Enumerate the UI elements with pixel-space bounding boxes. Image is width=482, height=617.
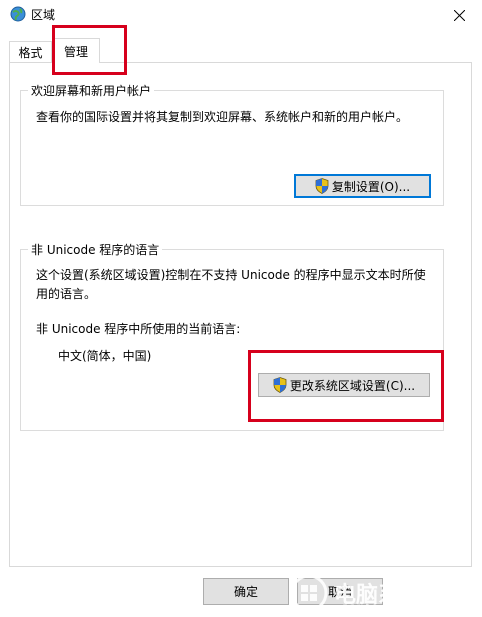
shield-icon — [315, 178, 329, 194]
tab-format-label: 格式 — [18, 45, 43, 60]
globe-icon — [10, 6, 26, 22]
current-language-value: 中文(简体，中国) — [58, 349, 152, 363]
tab-administrative-label: 管理 — [63, 44, 88, 59]
shield-icon — [273, 377, 287, 393]
welcome-group-description: 查看你的国际设置并将其复制到欢迎屏幕、系统帐户和新的用户帐户。 — [36, 110, 409, 124]
current-language-label: 非 Unicode 程序中所使用的当前语言: — [36, 322, 241, 336]
watermark-logo-icon — [290, 574, 328, 611]
ok-button-label: 确定 — [233, 585, 258, 599]
change-system-locale-label: 更改系统区域设置(C)... — [289, 378, 416, 393]
close-icon — [453, 9, 465, 21]
change-system-locale-button[interactable]: 更改系统区域设置(C)... — [258, 373, 430, 397]
ok-button[interactable]: 确定 — [203, 578, 289, 605]
window-title: 区域 — [31, 8, 56, 22]
copy-settings-label: 复制设置(O)... — [331, 179, 411, 194]
close-button[interactable] — [436, 0, 482, 30]
copy-settings-button[interactable]: 复制设置(O)... — [294, 174, 431, 198]
watermark: 电脑系统城 dnxtc.net — [290, 570, 480, 615]
watermark-subtext: dnxtc.net — [342, 602, 408, 611]
title-bar: 区域 — [0, 0, 482, 30]
welcome-group-title: 欢迎屏幕和新用户帐户 — [28, 82, 155, 99]
non-unicode-group-title: 非 Unicode 程序的语言 — [28, 241, 163, 258]
tab-administrative[interactable]: 管理 — [52, 38, 100, 63]
non-unicode-group-description: 这个设置(系统区域设置)控制在不支持 Unicode 的程序中显示文本时所使用的… — [36, 268, 426, 301]
tab-format[interactable]: 格式 — [9, 41, 52, 62]
